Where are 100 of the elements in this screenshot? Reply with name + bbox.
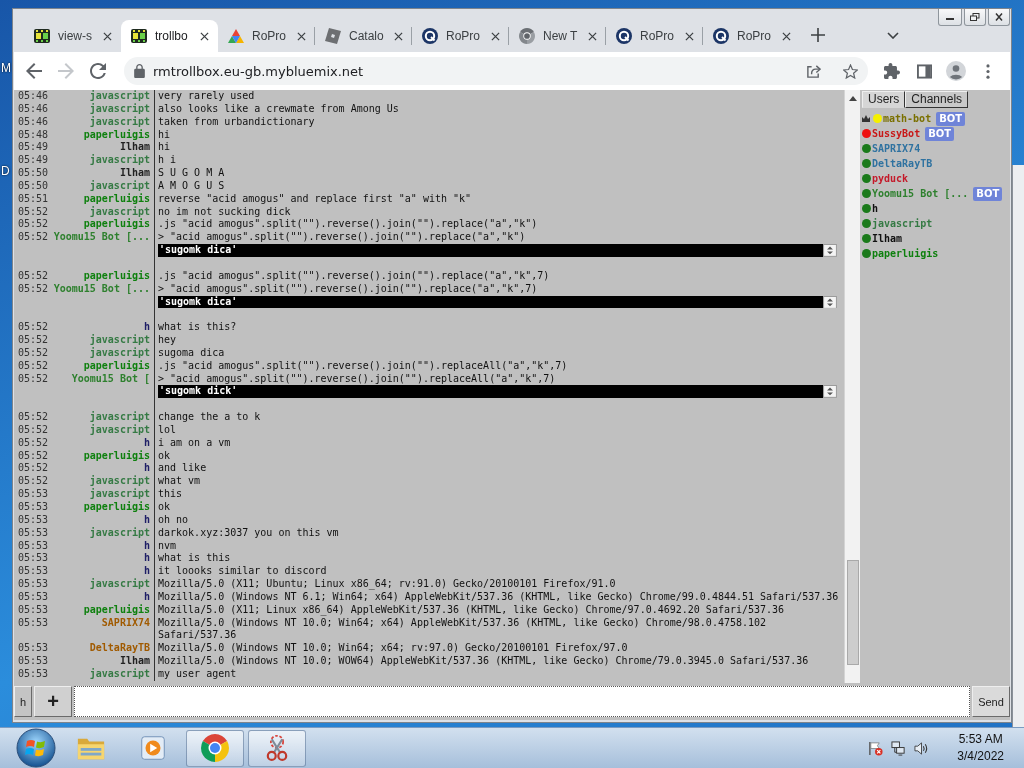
- user-name: h: [143, 436, 150, 448]
- sidebar-tab[interactable]: Channels: [905, 91, 969, 108]
- up-arrow-icon[interactable]: [848, 96, 857, 101]
- user-name: javascript: [89, 423, 150, 435]
- message-time: 05:52: [18, 205, 49, 217]
- message-text: > "acid amogus".split("").reverse().join("").replaceAll("a","k",7): [158, 372, 556, 384]
- message-time: 05:52: [18, 282, 49, 294]
- user-name: h: [143, 552, 150, 564]
- browser-tab[interactable]: RoPro: [703, 20, 800, 52]
- chevron-down-icon: [887, 31, 899, 39]
- close-icon[interactable]: [491, 31, 500, 41]
- result-output: 'sugomk dick': [158, 385, 823, 399]
- user-name: paperluigis: [83, 128, 150, 140]
- close-icon[interactable]: [685, 31, 694, 41]
- flag-alert-icon[interactable]: [868, 740, 884, 756]
- sidebar-tab[interactable]: Users: [862, 91, 906, 108]
- user-name: paperluigis: [83, 603, 150, 615]
- film-strip-icon: [131, 28, 147, 44]
- message-time: 05:53: [18, 642, 49, 654]
- triangle-icon: [228, 28, 244, 44]
- close-window-button[interactable]: [988, 9, 1010, 26]
- start-orb-icon: [16, 728, 56, 768]
- user-name: h: [143, 565, 150, 577]
- message-text: i am on a vm: [158, 436, 231, 448]
- browser-tab[interactable]: view-s: [24, 20, 121, 52]
- message-text: taken from urbandictionary: [158, 115, 315, 127]
- minimize-button[interactable]: [938, 9, 962, 26]
- taskbar-app-button[interactable]: [248, 729, 306, 767]
- user-name: DeltaRayTB: [89, 642, 150, 654]
- message-text: no im not sucking dick: [158, 205, 291, 217]
- send-button[interactable]: Send: [972, 686, 1010, 717]
- user-name: javascript: [89, 667, 150, 679]
- user-name: javascript: [89, 578, 150, 590]
- message-text: darkok.xyz:3037 you on this vm: [158, 526, 339, 538]
- forward-arrow-icon: [58, 63, 74, 79]
- message-time: 05:53: [18, 539, 49, 551]
- reload-icon: [90, 63, 106, 79]
- network-icon[interactable]: [891, 740, 907, 756]
- start-button[interactable]: [16, 728, 56, 768]
- scrollbar[interactable]: [844, 90, 860, 683]
- message-time: 05:53: [18, 590, 49, 602]
- spin-arrows-icon[interactable]: [823, 385, 837, 399]
- user-name: h: [143, 590, 150, 602]
- close-icon[interactable]: [394, 31, 403, 41]
- message-time: 05:46: [18, 102, 49, 114]
- user-name: Yoomu15 Bot [...: [872, 188, 969, 199]
- scrollbar-thumb[interactable]: [846, 560, 859, 665]
- close-icon[interactable]: [200, 31, 209, 41]
- user-name: h: [143, 513, 150, 525]
- user-name: h: [143, 539, 150, 551]
- message-time: 05:46: [18, 115, 49, 127]
- user-name: javascript: [89, 526, 150, 538]
- star-icon[interactable]: [843, 63, 858, 79]
- message-text: Mozilla/5.0 (Windows NT 10.0; Win64; x64) AppleWebKit/537.36 (KHTML, like Gecko) Chrome/98.0.4758.102 Safari/537.36: [158, 616, 767, 641]
- restore-button[interactable]: [964, 9, 986, 26]
- message-time: 05:46: [18, 90, 49, 101]
- message-input[interactable]: [74, 686, 970, 717]
- close-icon[interactable]: [297, 31, 306, 41]
- user-name: javascript: [89, 475, 150, 487]
- url-text: rmtrollbox.eu-gb.mybluemix.net: [153, 63, 364, 79]
- message-time: 05:53: [18, 552, 49, 564]
- user-name: javascript: [89, 90, 150, 101]
- taskbar-app-button[interactable]: [186, 729, 244, 767]
- close-icon[interactable]: [103, 31, 112, 41]
- spin-arrows-icon[interactable]: [823, 244, 837, 257]
- user-name: javascript: [89, 346, 150, 358]
- circle-logo-icon: [422, 28, 438, 44]
- spin-arrows-icon[interactable]: [823, 295, 837, 309]
- close-icon[interactable]: [588, 31, 597, 41]
- side-panel-icon: [916, 63, 932, 79]
- message-text: reverse "acid amogus" and replace first "a" with "k": [158, 192, 472, 204]
- message-time: 05:53: [18, 526, 49, 538]
- add-button[interactable]: +: [34, 686, 72, 717]
- volume-icon[interactable]: [914, 740, 930, 756]
- user-name: Ilham: [872, 233, 903, 244]
- close-icon: [994, 13, 1004, 21]
- share-icon[interactable]: [806, 63, 821, 79]
- message-text: Mozilla/5.0 (Windows NT 10.0; Win64; x64; rv:97.0) Gecko/20100101 Firefox/97.0: [158, 642, 628, 654]
- user-name: pyduck: [872, 173, 909, 184]
- message-text: Mozilla/5.0 (X11; Linux x86_64) AppleWebKit/537.36 (KHTML, like Gecko) Chrome/97.0.4692.20 Safari/537.36: [158, 603, 785, 615]
- round-logo-icon: [519, 28, 535, 44]
- lock-icon: [134, 64, 145, 78]
- user-name: javascript: [89, 334, 150, 346]
- browser-tab[interactable]: trollbo: [121, 20, 218, 52]
- desktop-icon-label: D: [1, 165, 10, 177]
- close-icon[interactable]: [782, 31, 791, 41]
- message-time: 05:49: [18, 141, 49, 153]
- user-name: h: [143, 462, 150, 474]
- bot-badge: BOT: [973, 186, 1003, 201]
- user-name: math-bot: [883, 113, 932, 124]
- circle-logo-icon: [616, 28, 632, 44]
- circle-logo-icon: [713, 28, 729, 44]
- nick-button[interactable]: h: [14, 686, 32, 717]
- message-text: .js "acid amogus".split("").reverse().join("").replaceAll("a","k",7): [158, 359, 568, 371]
- address-bar[interactable]: rmtrollbox.eu-gb.mybluemix.net: [124, 57, 868, 85]
- user-name: javascript: [89, 205, 150, 217]
- user-name: Ilham: [119, 167, 150, 179]
- user-name: paperluigis: [83, 449, 150, 461]
- user-name: h: [872, 203, 879, 214]
- user-name: Yoomu15 Bot [: [71, 372, 150, 384]
